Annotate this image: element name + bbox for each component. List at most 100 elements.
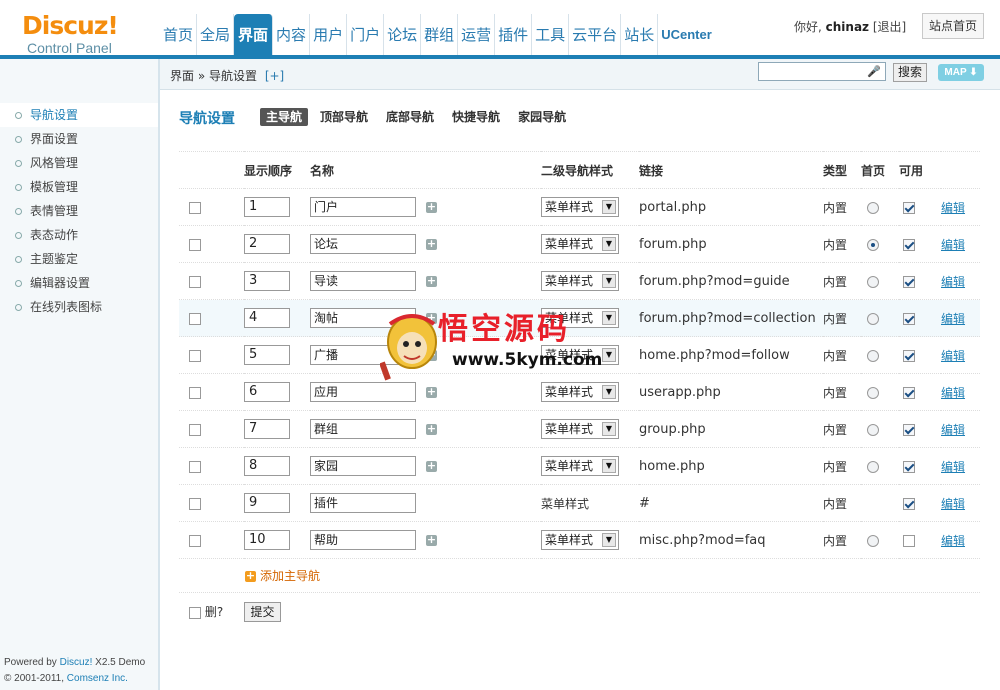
home-radio[interactable] (867, 386, 879, 399)
tab-9[interactable]: 插件 (495, 14, 533, 56)
row-select-checkbox[interactable] (189, 386, 201, 399)
row-select-checkbox[interactable] (189, 312, 201, 325)
sidebar-item-4[interactable]: 表情管理 (0, 199, 158, 223)
nav-style-select[interactable]: 菜单样式 ▼ (541, 197, 619, 217)
sidebar-item-0[interactable]: 导航设置 (0, 103, 158, 127)
nav-style-select[interactable]: 菜单样式 ▼ (541, 530, 619, 550)
tab-4[interactable]: 用户 (310, 14, 348, 56)
row-select-checkbox[interactable] (189, 201, 201, 214)
add-subnav-icon[interactable]: + (426, 201, 437, 213)
enabled-checkbox[interactable] (903, 497, 915, 510)
home-radio[interactable] (867, 312, 879, 325)
row-select-checkbox[interactable] (189, 349, 201, 362)
tab-8[interactable]: 运营 (458, 14, 496, 56)
map-button[interactable]: MAP ⬇ (938, 64, 984, 81)
sidebar-item-6[interactable]: 主题鉴定 (0, 247, 158, 271)
search-button[interactable]: 搜索 (893, 63, 927, 82)
edit-link[interactable]: 编辑 (941, 497, 965, 511)
nav-style-select[interactable]: 菜单样式 ▼ (541, 419, 619, 439)
tab-0[interactable]: 首页 (160, 14, 198, 56)
row-select-checkbox[interactable] (189, 238, 201, 251)
home-radio[interactable] (867, 423, 879, 436)
order-input[interactable]: 3 (244, 271, 290, 291)
order-input[interactable]: 2 (244, 234, 290, 254)
sidebar-item-5[interactable]: 表态动作 (0, 223, 158, 247)
subtab-4[interactable]: 家园导航 (518, 108, 566, 126)
enabled-checkbox[interactable] (903, 460, 915, 473)
add-subnav-icon[interactable]: + (426, 386, 437, 398)
subtab-3[interactable]: 快捷导航 (452, 108, 500, 126)
tab-13[interactable]: UCenter (658, 14, 715, 56)
order-input[interactable]: 10 (244, 530, 290, 550)
tab-3[interactable]: 内容 (273, 14, 311, 56)
enabled-checkbox[interactable] (903, 534, 915, 547)
tab-10[interactable]: 工具 (532, 14, 570, 56)
enabled-checkbox[interactable] (903, 238, 915, 251)
delete-checkbox[interactable] (189, 606, 201, 619)
subtab-0[interactable]: 主导航 (260, 108, 309, 126)
order-input[interactable]: 5 (244, 345, 290, 365)
enabled-checkbox[interactable] (903, 349, 915, 362)
add-subnav-icon[interactable]: + (426, 534, 437, 546)
sidebar-item-1[interactable]: 界面设置 (0, 127, 158, 151)
tab-12[interactable]: 站长 (621, 14, 659, 56)
edit-link[interactable]: 编辑 (941, 275, 965, 289)
enabled-checkbox[interactable] (903, 201, 915, 214)
home-radio[interactable] (867, 349, 879, 362)
microphone-icon[interactable]: 🎤 (867, 65, 881, 78)
nav-style-select[interactable]: 菜单样式 ▼ (541, 271, 619, 291)
row-select-checkbox[interactable] (189, 423, 201, 436)
row-select-checkbox[interactable] (189, 275, 201, 288)
name-input[interactable]: 群组 (310, 419, 416, 439)
sidebar-item-8[interactable]: 在线列表图标 (0, 295, 158, 319)
tab-5[interactable]: 门户 (347, 14, 385, 56)
edit-link[interactable]: 编辑 (941, 201, 965, 215)
home-radio[interactable] (867, 238, 879, 251)
add-subnav-icon[interactable]: + (426, 460, 437, 472)
home-radio[interactable] (867, 534, 879, 547)
tab-6[interactable]: 论坛 (384, 14, 422, 56)
home-radio[interactable] (867, 460, 879, 473)
add-subnav-icon[interactable]: + (426, 238, 437, 250)
sidebar-item-2[interactable]: 风格管理 (0, 151, 158, 175)
edit-link[interactable]: 编辑 (941, 460, 965, 474)
edit-link[interactable]: 编辑 (941, 312, 965, 326)
order-input[interactable]: 1 (244, 197, 290, 217)
sidebar-item-7[interactable]: 编辑器设置 (0, 271, 158, 295)
edit-link[interactable]: 编辑 (941, 423, 965, 437)
order-input[interactable]: 4 (244, 308, 290, 328)
nav-style-select[interactable]: 菜单样式 ▼ (541, 234, 619, 254)
enabled-checkbox[interactable] (903, 386, 915, 399)
name-input[interactable]: 帮助 (310, 530, 416, 550)
subtab-1[interactable]: 顶部导航 (320, 108, 368, 126)
sidebar-item-3[interactable]: 模板管理 (0, 175, 158, 199)
enabled-checkbox[interactable] (903, 312, 915, 325)
add-shortcut-link[interactable]: [+] (265, 69, 284, 83)
enabled-checkbox[interactable] (903, 275, 915, 288)
row-select-checkbox[interactable] (189, 534, 201, 547)
order-input[interactable]: 8 (244, 456, 290, 476)
add-subnav-icon[interactable]: + (426, 423, 437, 435)
home-radio[interactable] (867, 275, 879, 288)
name-input[interactable]: 家园 (310, 456, 416, 476)
discuz-logo[interactable]: Discuz! Control Panel (22, 12, 132, 57)
order-input[interactable]: 9 (244, 493, 290, 513)
home-radio[interactable] (867, 201, 879, 214)
search-input[interactable]: 🎤 (758, 62, 886, 81)
edit-link[interactable]: 编辑 (941, 349, 965, 363)
edit-link[interactable]: 编辑 (941, 238, 965, 252)
nav-style-select[interactable]: 菜单样式 ▼ (541, 456, 619, 476)
comsenz-link[interactable]: Comsenz Inc. (67, 673, 128, 684)
edit-link[interactable]: 编辑 (941, 534, 965, 548)
tab-2[interactable]: 界面 (234, 14, 274, 56)
tab-11[interactable]: 云平台 (569, 14, 622, 56)
add-main-nav-link[interactable]: + 添加主导航 (245, 567, 320, 584)
nav-style-select[interactable]: 菜单样式 ▼ (541, 382, 619, 402)
enabled-checkbox[interactable] (903, 423, 915, 436)
name-input[interactable]: 导读 (310, 271, 416, 291)
edit-link[interactable]: 编辑 (941, 386, 965, 400)
name-input[interactable]: 应用 (310, 382, 416, 402)
logout-link[interactable]: [退出] (873, 20, 906, 34)
name-input[interactable]: 插件 (310, 493, 416, 513)
subtab-2[interactable]: 底部导航 (386, 108, 434, 126)
